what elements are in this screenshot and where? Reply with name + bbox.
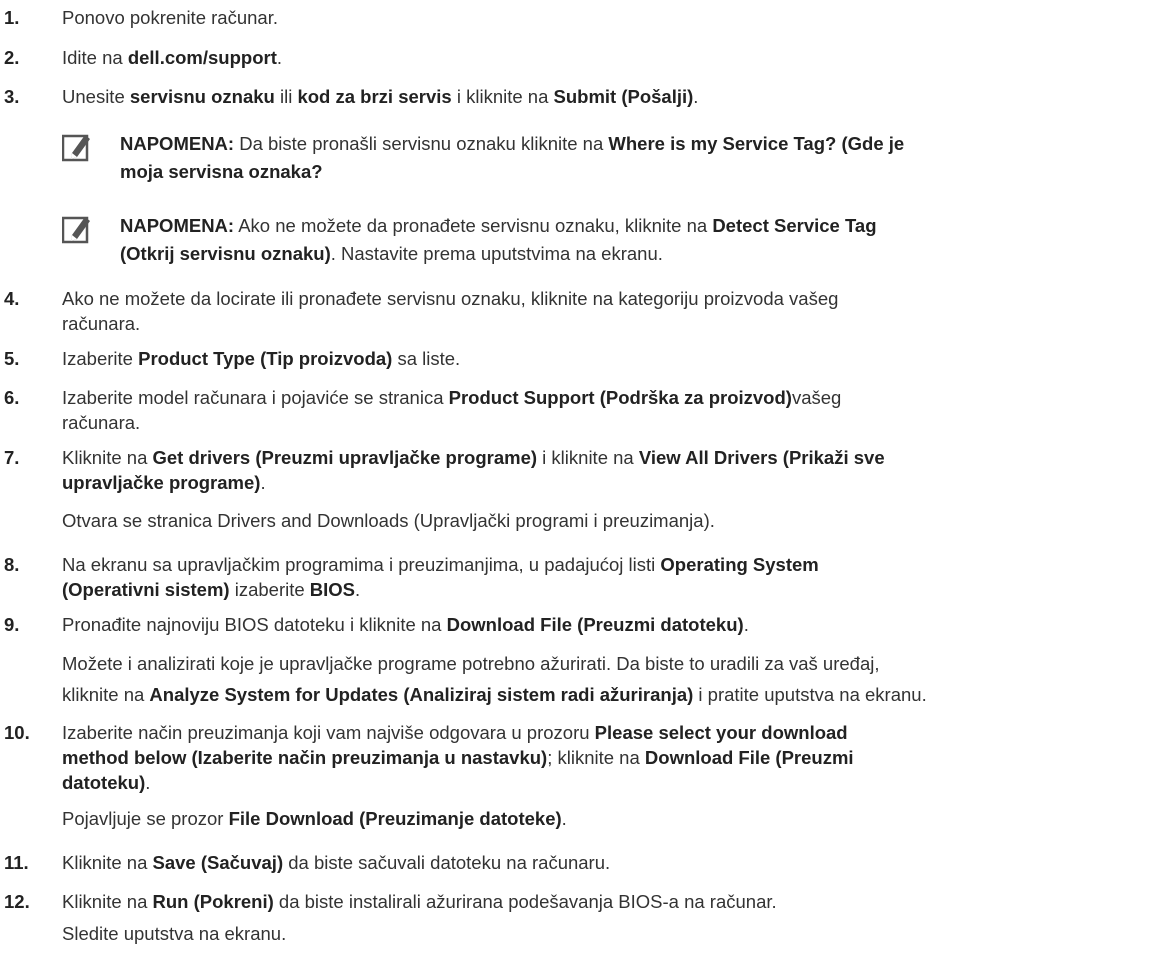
bold-term: Run (Pokreni): [152, 891, 274, 912]
step-text: Izaberite model računara i pojaviće se s…: [62, 387, 842, 433]
bold-term: File Download (Preuzimanje datoteke): [228, 808, 562, 829]
step-text: Izaberite Product Type (Tip proizvoda) s…: [62, 348, 461, 369]
bold-term: servisnu oznaku: [129, 86, 275, 107]
note-label: NAPOMENA:: [120, 215, 235, 236]
bold-term: Product Type (Tip proizvoda): [138, 348, 393, 369]
step-number: 9.: [4, 614, 20, 635]
step-number: 1.: [4, 7, 20, 28]
bold-term: method below (Izaberite način preuzimanj…: [62, 747, 548, 768]
bold-term: Get drivers (Preuzmi upravljačke program…: [152, 447, 538, 468]
bold-term: Submit (Pošalji): [553, 86, 694, 107]
bold-term: Where is my Service Tag? (Gde je: [608, 133, 905, 154]
step-text: Idite na dell.com/support.: [62, 47, 283, 68]
step-number: 5.: [4, 348, 20, 369]
bold-term: Please select your download: [594, 722, 848, 743]
bold-term: kod za brzi servis: [297, 86, 452, 107]
bold-term: Operating System: [660, 554, 819, 575]
bold-term: Download File (Preuzmi datoteku): [446, 614, 744, 635]
step-number: 10.: [4, 722, 30, 743]
bold-term: datoteku): [62, 772, 146, 793]
bold-term: BIOS: [309, 579, 356, 600]
bold-term: Product Support (Podrška za proizvod): [448, 387, 792, 408]
step-number: 4.: [4, 288, 20, 309]
step-text: Kliknite na Save (Sačuvaj) da biste saču…: [62, 852, 611, 873]
step-number: 12.: [4, 891, 30, 912]
bold-term: View All Drivers (Prikaži sve: [638, 447, 885, 468]
step-text: Kliknite na Get drivers (Preuzmi upravlj…: [62, 447, 885, 493]
bold-term: dell.com/support: [127, 47, 277, 68]
note-label: NAPOMENA:: [120, 133, 235, 154]
step-12-detail: Sledite uputstva na ekranu.: [62, 923, 287, 944]
pencil-note-icon: [62, 134, 90, 162]
bold-term: (Otkrij servisnu oznaku): [120, 243, 331, 264]
step-number: 6.: [4, 387, 20, 408]
step-text: Izaberite način preuzimanja koji vam naj…: [62, 722, 854, 793]
step-10-result: Pojavljuje se prozor File Download (Preu…: [62, 808, 567, 829]
step-text: Ako ne možete da locirate ili pronađete …: [62, 288, 839, 334]
step-text: Unesite servisnu oznaku ili kod za brzi …: [62, 86, 699, 107]
step-text: Pronađite najnoviju BIOS datoteku i klik…: [62, 614, 749, 635]
step-number: 8.: [4, 554, 20, 575]
step-7-result: Otvara se stranica Drivers and Downloads…: [62, 510, 715, 531]
step-text: Na ekranu sa upravljačkim programima i p…: [62, 554, 819, 600]
bold-term: Detect Service Tag: [712, 215, 877, 236]
bold-term: (Operativni sistem): [62, 579, 230, 600]
step-text: Ponovo pokrenite računar.: [62, 7, 278, 28]
bold-term: moja servisna oznaka?: [120, 161, 323, 182]
step-text: Kliknite na Run (Pokreni) da biste insta…: [62, 891, 777, 912]
bold-term: Download File (Preuzmi: [644, 747, 854, 768]
bold-term: upravljačke programe): [62, 472, 261, 493]
step-9-detail: Možete i analizirati koje je upravljačke…: [62, 653, 927, 705]
note-text: NAPOMENA: Da biste pronašli servisnu ozn…: [120, 133, 905, 182]
pencil-note-icon: [62, 216, 90, 244]
step-number: 3.: [4, 86, 20, 107]
note-text: NAPOMENA: Ako ne možete da pronađete ser…: [120, 215, 877, 264]
step-number: 2.: [4, 47, 20, 68]
step-number: 11.: [4, 852, 29, 873]
step-number: 7.: [4, 447, 20, 468]
bold-term: Analyze System for Updates (Analiziraj s…: [149, 684, 694, 705]
bold-term: Save (Sačuvaj): [152, 852, 284, 873]
